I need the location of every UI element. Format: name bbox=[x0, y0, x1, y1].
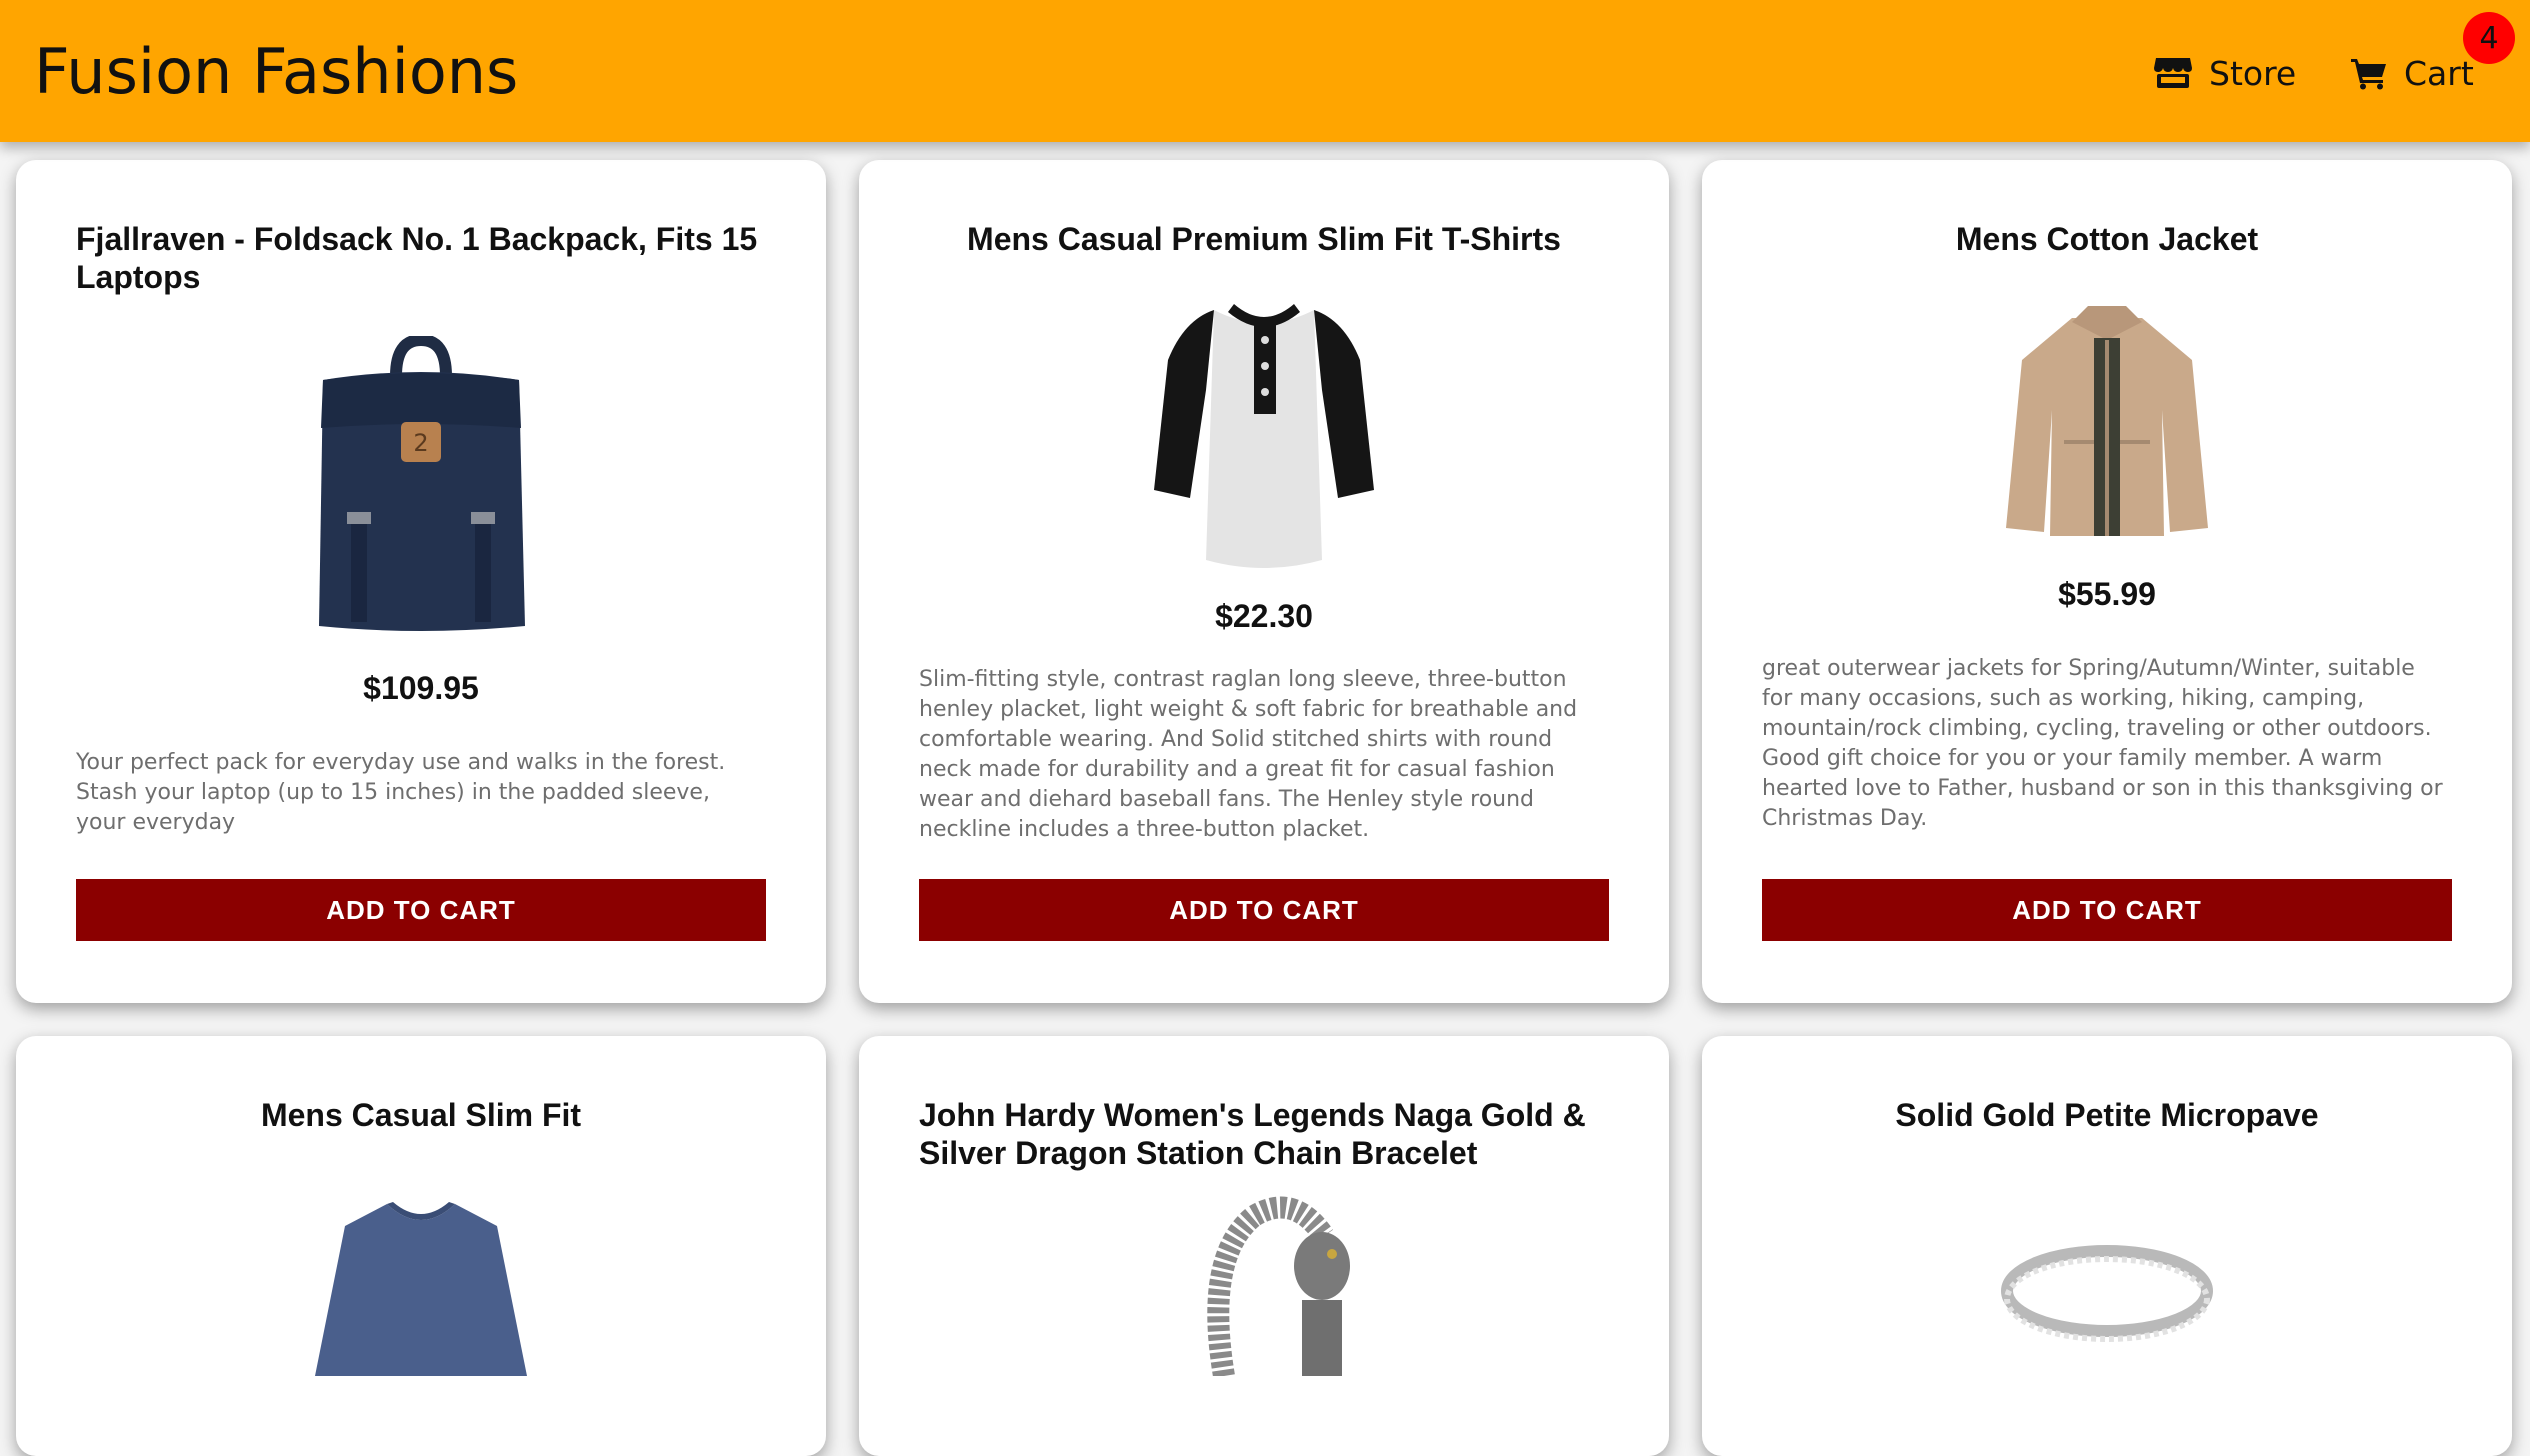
product-card: John Hardy Women's Legends Naga Gold & S… bbox=[859, 1036, 1669, 1456]
product-card: Solid Gold Petite Micropave bbox=[1702, 1036, 2512, 1456]
product-title: Mens Casual Slim Fit bbox=[260, 1097, 582, 1133]
product-title: Fjallraven - Foldsack No. 1 Backpack, Fi… bbox=[76, 221, 758, 295]
jacket-image bbox=[1702, 300, 2512, 540]
store-nav-link[interactable]: Store bbox=[2153, 48, 2296, 98]
top-nav-bar: Fusion Fashions Store Cart bbox=[0, 0, 2530, 142]
blue-sweater-image bbox=[16, 1196, 826, 1376]
shopping-cart-icon bbox=[2350, 56, 2388, 90]
product-title: Mens Cotton Jacket bbox=[1955, 221, 2259, 257]
product-price: $55.99 bbox=[2058, 576, 2156, 612]
product-card: Mens Casual Premium Slim Fit T-Shirts $2… bbox=[859, 160, 1669, 1003]
dragon-bracelet-image bbox=[859, 1196, 1669, 1376]
cart-count-badge: 4 bbox=[2463, 12, 2515, 64]
product-price: $109.95 bbox=[363, 670, 479, 706]
store-nav-label: Store bbox=[2209, 53, 2297, 93]
product-title: John Hardy Women's Legends Naga Gold & S… bbox=[919, 1097, 1586, 1171]
product-card: Mens Casual Slim Fit bbox=[16, 1036, 826, 1456]
product-card: Fjallraven - Foldsack No. 1 Backpack, Fi… bbox=[16, 160, 826, 1003]
brand-logo-text[interactable]: Fusion Fashions bbox=[34, 34, 518, 110]
ring-image bbox=[1702, 1236, 2512, 1346]
product-title: Mens Casual Premium Slim Fit T-Shirts bbox=[967, 221, 1561, 257]
add-to-cart-button[interactable]: ADD TO CART bbox=[919, 879, 1609, 941]
product-title: Solid Gold Petite Micropave bbox=[1895, 1097, 2319, 1133]
product-description: Slim-fitting style, contrast raglan long… bbox=[919, 667, 1578, 842]
product-price: $22.30 bbox=[1215, 598, 1313, 634]
cart-nav-label: Cart bbox=[2404, 53, 2474, 93]
add-to-cart-button[interactable]: ADD TO CART bbox=[76, 879, 766, 941]
add-to-cart-button[interactable]: ADD TO CART bbox=[1762, 879, 2452, 941]
cart-nav-link[interactable]: Cart bbox=[2350, 48, 2474, 98]
store-icon bbox=[2153, 56, 2193, 90]
backpack-image: 2 bbox=[16, 336, 826, 636]
svg-text:2: 2 bbox=[413, 429, 428, 457]
raglan-shirt-image bbox=[859, 290, 1669, 580]
product-card: Mens Cotton Jacket $55.99 great outerwea… bbox=[1702, 160, 2512, 1003]
product-description: great outerwear jackets for Spring/Autum… bbox=[1762, 656, 2443, 831]
product-description: Your perfect pack for everyday use and w… bbox=[76, 750, 726, 835]
